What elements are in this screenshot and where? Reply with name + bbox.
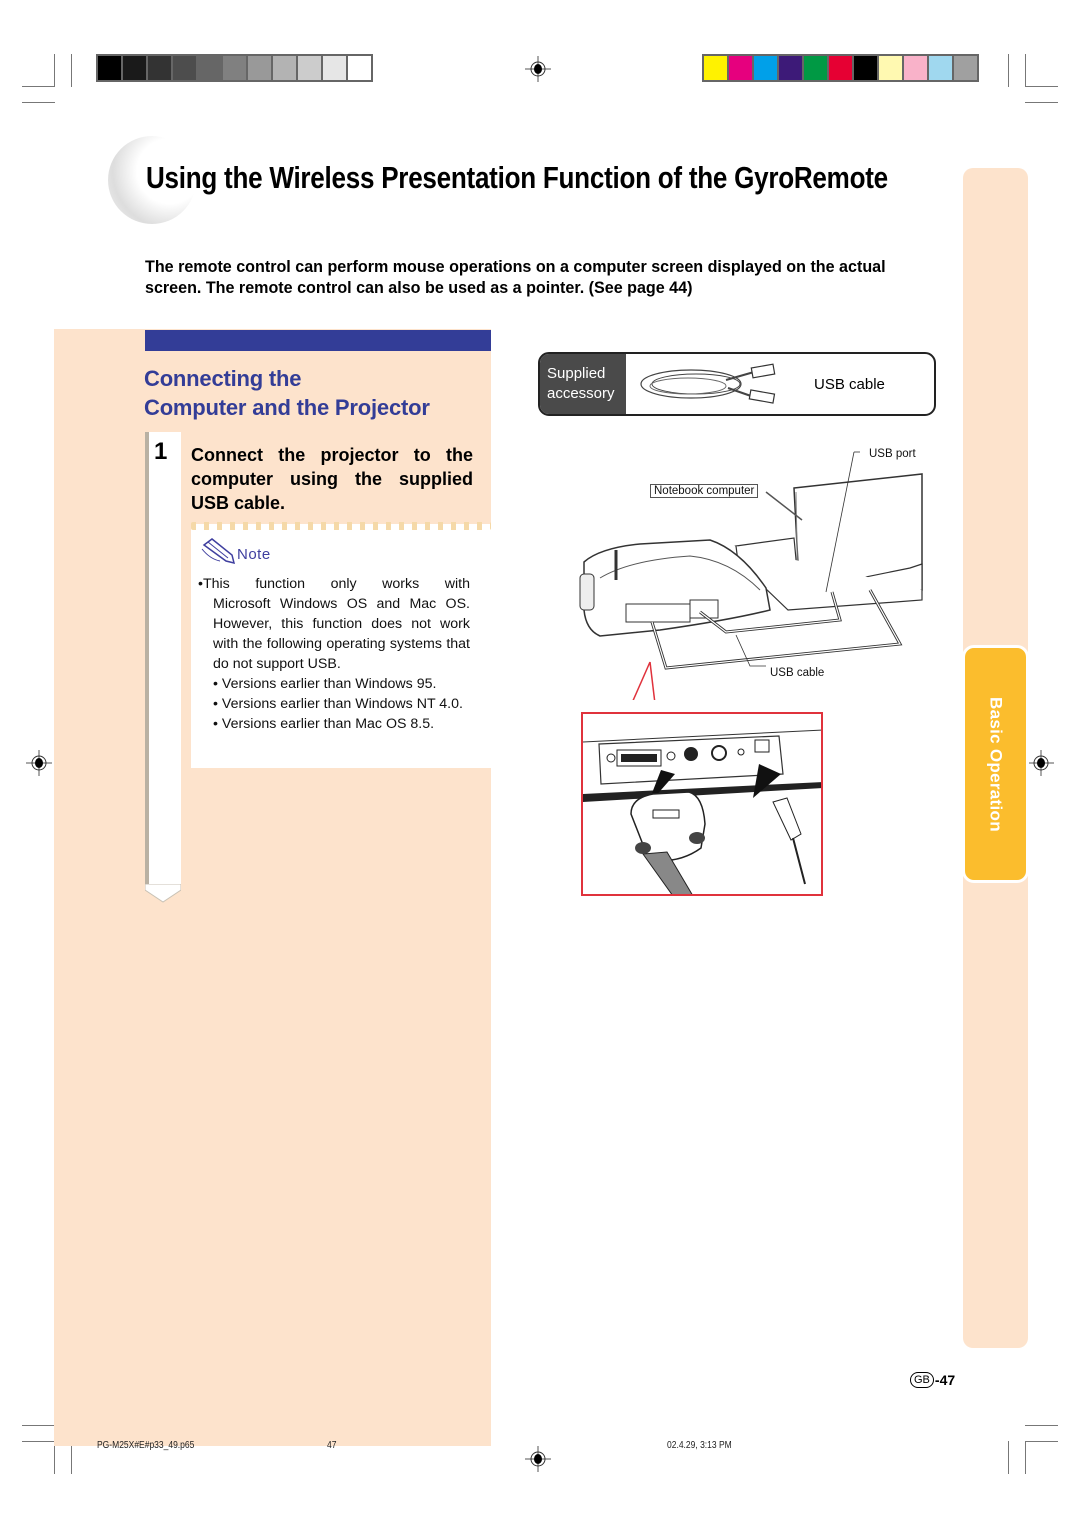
section-title-line2: Computer and the Projector — [144, 395, 430, 420]
color-swatch — [904, 56, 927, 80]
intro-paragraph: The remote control can perform mouse ope… — [145, 257, 886, 297]
crop-mark — [1025, 102, 1058, 103]
process-color-bar — [702, 54, 979, 82]
crop-mark — [1025, 1441, 1058, 1442]
step-instruction: Connect the projector to the computer us… — [191, 445, 473, 513]
crop-mark — [22, 86, 55, 87]
crop-mark — [1025, 54, 1026, 87]
pencil-note-icon — [201, 538, 236, 565]
color-swatch — [829, 56, 852, 80]
footer-file-name: PG-M25X#E#p33_49.p65 — [97, 1440, 195, 1451]
crop-mark — [22, 102, 55, 103]
color-swatch — [348, 56, 371, 80]
color-swatch — [273, 56, 296, 80]
usb-cable-icon — [640, 363, 776, 404]
color-swatch — [148, 56, 171, 80]
page-title: Using the Wireless Presentation Function… — [146, 160, 888, 195]
color-swatch — [754, 56, 777, 80]
color-swatch — [954, 56, 977, 80]
crop-mark — [1008, 54, 1009, 87]
section-title-line1: Connecting the — [144, 366, 302, 391]
crop-mark — [1008, 1441, 1009, 1474]
region-badge: GB — [910, 1372, 934, 1388]
note-list-item: • Versions earlier than Windows NT 4.0. — [213, 696, 463, 712]
usb-port-label: USB port — [869, 448, 916, 460]
color-swatch — [729, 56, 752, 80]
color-swatch — [98, 56, 121, 80]
accessory-label: Supplied accessory — [540, 354, 626, 414]
terminal-detail-frame — [581, 712, 823, 896]
usb-cable-label: USB cable — [770, 667, 825, 679]
color-swatch — [929, 56, 952, 80]
connection-diagram — [579, 451, 923, 700]
footer-page: 47 — [327, 1440, 337, 1451]
color-swatch — [248, 56, 271, 80]
color-swatch — [804, 56, 827, 80]
step-strip — [145, 432, 181, 886]
note-border-dots — [191, 522, 491, 530]
grayscale-color-bar — [96, 54, 373, 82]
note-text: Microsoft Windows OS and Mac OS. However… — [213, 596, 470, 672]
crop-mark — [22, 1425, 55, 1426]
note-list-item: • Versions earlier than Windows 95. — [213, 676, 437, 692]
section-header-band — [145, 330, 491, 351]
crop-mark — [54, 54, 55, 87]
crop-mark — [1025, 1441, 1026, 1474]
color-swatch — [298, 56, 321, 80]
accessory-item-name: USB cable — [814, 376, 885, 393]
crop-mark — [71, 54, 72, 87]
note-body: •This function only works with Microsoft… — [198, 574, 470, 734]
crop-mark — [22, 1441, 55, 1442]
color-swatch — [123, 56, 146, 80]
step-number: 1 — [154, 438, 168, 465]
crop-mark — [1025, 1425, 1058, 1426]
note-title: Note — [237, 546, 271, 563]
side-tab-label: Basic Operation — [986, 696, 1006, 832]
registration-mark-icon — [525, 1446, 551, 1472]
page-number-value: -47 — [934, 1372, 956, 1388]
note-list-item: • Versions earlier than Mac OS 8.5. — [213, 716, 435, 732]
color-swatch — [173, 56, 196, 80]
terminal-panel-illustration — [583, 729, 821, 894]
step-strip-arrow-icon — [145, 884, 181, 903]
registration-mark-icon — [525, 56, 551, 82]
registration-mark-icon — [26, 750, 52, 776]
note-first-line: •This function only works with — [198, 576, 470, 592]
color-swatch — [323, 56, 346, 80]
color-swatch — [879, 56, 902, 80]
supplied-accessory-box: Supplied accessory USB cable — [538, 352, 936, 416]
footer-timestamp: 02.4.29, 3:13 PM — [667, 1440, 732, 1451]
color-swatch — [198, 56, 221, 80]
section-title: Connecting the Computer and the Projecto… — [144, 364, 489, 422]
crop-mark — [1025, 86, 1058, 87]
color-swatch — [223, 56, 246, 80]
color-swatch — [854, 56, 877, 80]
page-number: GB -47 — [910, 1372, 955, 1388]
color-swatch — [779, 56, 802, 80]
color-swatch — [704, 56, 727, 80]
registration-mark-icon — [1028, 750, 1054, 776]
notebook-computer-label: Notebook computer — [650, 484, 759, 498]
